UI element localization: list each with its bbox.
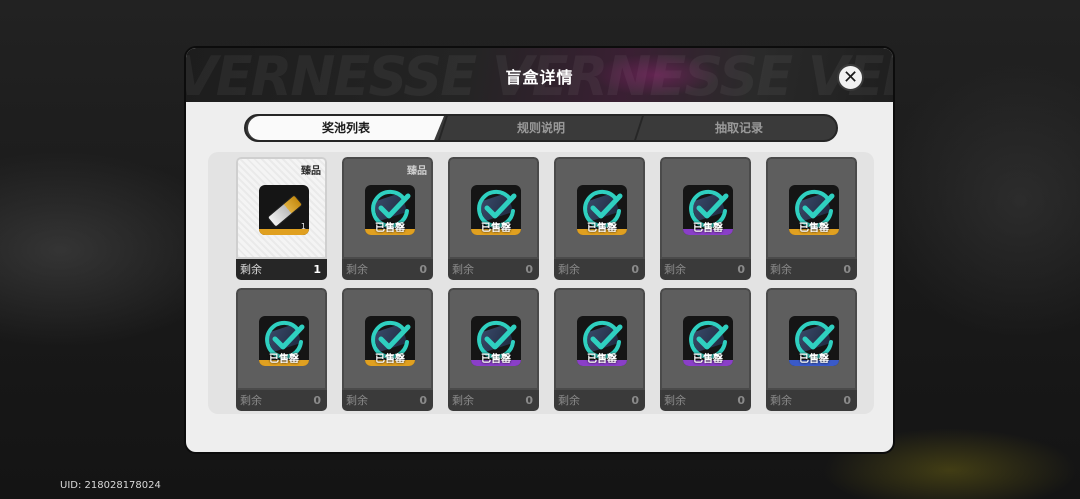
soldout-label: 已售罄	[481, 354, 511, 365]
tab-prize-pool-list[interactable]: 奖池列表	[248, 116, 444, 140]
card-body: 已售罄	[448, 288, 539, 390]
prize-card[interactable]: 已售罄剩余 0	[660, 288, 751, 411]
remaining-count: 0	[737, 394, 745, 407]
item-icon: 已售罄	[577, 185, 627, 235]
remaining-bar: 剩余 0	[660, 259, 751, 280]
card-body: 已售罄	[660, 157, 751, 259]
remaining-count: 0	[419, 394, 427, 407]
remaining-label: 剩余	[558, 394, 580, 407]
tab-rules[interactable]: 规则说明	[446, 116, 636, 140]
item-icon: 1	[259, 185, 309, 235]
remaining-bar: 剩余 0	[766, 259, 857, 280]
key-item-icon	[266, 194, 304, 228]
soldout-label: 已售罄	[375, 223, 405, 234]
remaining-label: 剩余	[240, 263, 262, 276]
prize-card[interactable]: 已售罄剩余 0	[342, 288, 433, 411]
soldout-label: 已售罄	[587, 354, 617, 365]
remaining-count: 0	[525, 394, 533, 407]
prize-card[interactable]: 已售罄剩余 0	[448, 288, 539, 411]
remaining-count: 0	[313, 394, 321, 407]
soldout-label: 已售罄	[481, 223, 511, 234]
remaining-bar: 剩余 0	[342, 259, 433, 280]
card-body: 已售罄	[448, 157, 539, 259]
premium-badge: 臻品	[301, 166, 321, 177]
remaining-bar: 剩余 0	[660, 390, 751, 411]
prize-card[interactable]: 已售罄剩余 0	[766, 288, 857, 411]
item-icon: 已售罄	[471, 316, 521, 366]
premium-badge: 臻品	[407, 166, 427, 177]
soldout-label: 已售罄	[693, 354, 723, 365]
remaining-label: 剩余	[240, 394, 262, 407]
card-body: 已售罄	[766, 288, 857, 390]
close-button[interactable]: ✕	[837, 64, 864, 91]
close-icon: ✕	[842, 66, 859, 88]
prize-card[interactable]: 臻品已售罄剩余 0	[342, 157, 433, 280]
item-icon: 已售罄	[471, 185, 521, 235]
card-body: 臻品 1	[236, 157, 327, 259]
soldout-label: 已售罄	[269, 354, 299, 365]
card-body: 已售罄	[660, 288, 751, 390]
remaining-count: 0	[737, 263, 745, 276]
item-icon: 已售罄	[683, 185, 733, 235]
remaining-label: 剩余	[770, 263, 792, 276]
prize-card[interactable]: 臻品 1 剩余 1	[236, 157, 327, 280]
prize-card[interactable]: 已售罄剩余 0	[448, 157, 539, 280]
uid-label: UID: 218028178024	[60, 480, 161, 491]
item-icon: 已售罄	[365, 185, 415, 235]
card-body: 已售罄	[236, 288, 327, 390]
item-icon: 已售罄	[789, 185, 839, 235]
remaining-count: 0	[631, 263, 639, 276]
soldout-label: 已售罄	[375, 354, 405, 365]
card-body: 已售罄	[342, 288, 433, 390]
card-body: 已售罄	[554, 157, 645, 259]
remaining-label: 剩余	[770, 394, 792, 407]
tab-draw-history[interactable]: 抽取记录	[642, 116, 836, 140]
prize-card[interactable]: 已售罄剩余 0	[554, 288, 645, 411]
modal-header: VERNESSE VERNESSE VERNESSE 盲盒详情 ✕	[186, 48, 893, 102]
prize-grid: 臻品 1 剩余 1 臻品 已售罄 剩余 0 已售罄 剩余 0 已售罄 剩余 0 已售罄 剩余 0 已售罄 剩余 0 已售…	[208, 152, 874, 414]
item-icon: 已售罄	[259, 316, 309, 366]
remaining-bar: 剩余 0	[448, 390, 539, 411]
blind-box-detail-modal: VERNESSE VERNESSE VERNESSE 盲盒详情 ✕ 奖池列表 规…	[184, 46, 895, 454]
remaining-bar: 剩余 0	[236, 390, 327, 411]
remaining-count: 0	[843, 394, 851, 407]
remaining-count: 0	[631, 394, 639, 407]
prize-card[interactable]: 已售罄剩余 0	[236, 288, 327, 411]
item-quantity: 1	[300, 222, 306, 231]
item-icon: 已售罄	[683, 316, 733, 366]
remaining-count: 1	[313, 263, 321, 276]
remaining-count: 0	[525, 263, 533, 276]
modal-title: 盲盒详情	[505, 68, 574, 87]
remaining-label: 剩余	[558, 263, 580, 276]
remaining-label: 剩余	[452, 263, 474, 276]
remaining-label: 剩余	[452, 394, 474, 407]
remaining-count: 0	[419, 263, 427, 276]
card-body: 已售罄	[766, 157, 857, 259]
card-body: 臻品已售罄	[342, 157, 433, 259]
prize-card[interactable]: 已售罄剩余 0	[554, 157, 645, 280]
remaining-label: 剩余	[664, 394, 686, 407]
card-body: 已售罄	[554, 288, 645, 390]
remaining-bar: 剩余 0	[554, 390, 645, 411]
item-icon: 已售罄	[789, 316, 839, 366]
remaining-label: 剩余	[664, 263, 686, 276]
prize-card[interactable]: 已售罄剩余 0	[766, 157, 857, 280]
remaining-bar: 剩余 0	[342, 390, 433, 411]
soldout-label: 已售罄	[799, 354, 829, 365]
item-icon: 已售罄	[577, 316, 627, 366]
remaining-bar: 剩余 1	[236, 259, 327, 280]
remaining-label: 剩余	[346, 263, 368, 276]
prize-card[interactable]: 已售罄剩余 0	[660, 157, 751, 280]
soldout-label: 已售罄	[587, 223, 617, 234]
item-icon: 已售罄	[365, 316, 415, 366]
remaining-bar: 剩余 0	[448, 259, 539, 280]
soldout-label: 已售罄	[799, 223, 829, 234]
remaining-label: 剩余	[346, 394, 368, 407]
soldout-label: 已售罄	[693, 223, 723, 234]
remaining-count: 0	[843, 263, 851, 276]
remaining-bar: 剩余 0	[766, 390, 857, 411]
tab-bar: 奖池列表 规则说明 抽取记录	[244, 114, 838, 142]
remaining-bar: 剩余 0	[554, 259, 645, 280]
